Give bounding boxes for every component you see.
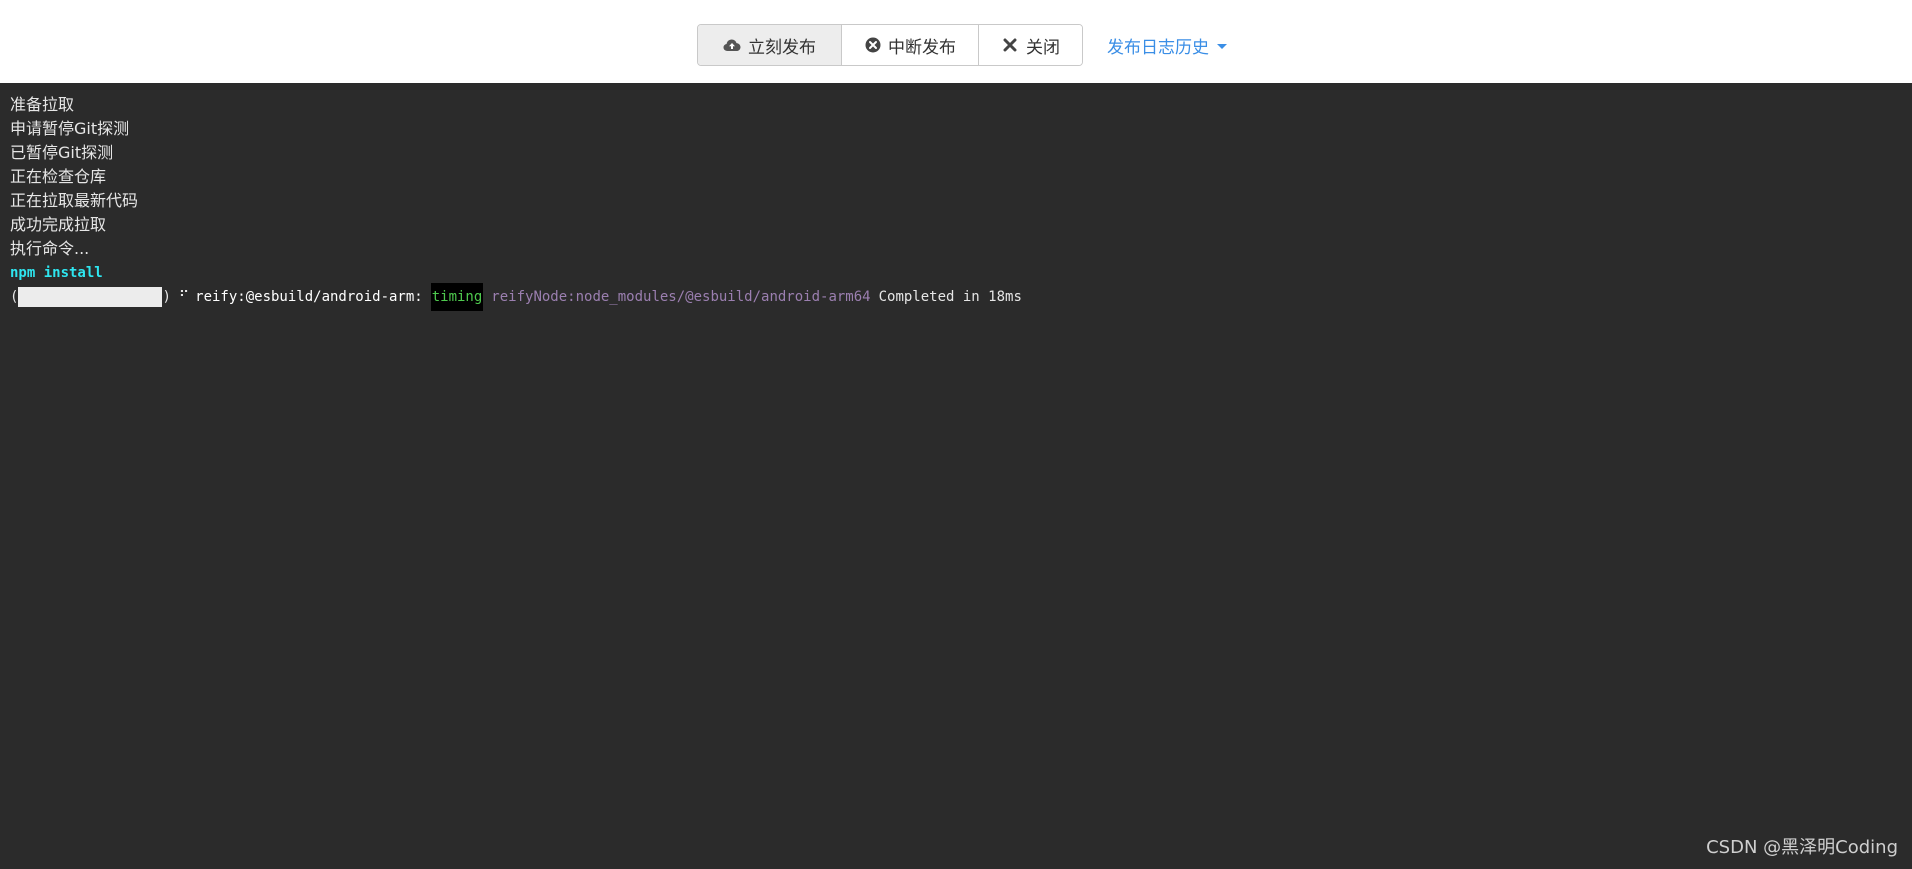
progress-stage: reify:@esbuild/android-arm:: [195, 289, 423, 305]
progress-status: Completed in 18ms: [878, 289, 1022, 305]
close-label: 关闭: [1026, 37, 1060, 58]
publish-now-label: 立刻发布: [748, 37, 816, 58]
console-output[interactable]: 准备拉取 申请暂停Git探测 已暂停Git探测 正在检查仓库 正在拉取最新代码 …: [0, 83, 1912, 869]
console-line: 执行命令...: [10, 239, 90, 258]
console-line: 已暂停Git探测: [10, 143, 114, 162]
action-button-group: 立刻发布 中断发布 关闭: [697, 24, 1083, 66]
circle-x-icon: [864, 36, 881, 54]
spinner-icon: ⠋: [178, 289, 190, 305]
cloud-upload-icon: [723, 36, 741, 54]
publish-now-button[interactable]: 立刻发布: [698, 25, 841, 65]
close-icon: [1001, 36, 1019, 54]
progress-close-paren: ): [162, 289, 171, 305]
watermark: CSDN @黑泽明Coding: [1706, 837, 1898, 858]
console-line: 正在拉取最新代码: [10, 191, 139, 210]
close-button[interactable]: 关闭: [978, 25, 1082, 65]
progress-open-paren: (: [10, 289, 19, 305]
console-line: 申请暂停Git探测: [10, 119, 130, 138]
console-line: 准备拉取: [10, 95, 75, 114]
npm-progress-bar: [18, 287, 163, 307]
console-command: npm install: [10, 265, 103, 281]
toolbar: 立刻发布 中断发布 关闭 发布日志历史: [0, 0, 1912, 83]
caret-down-icon: [1217, 43, 1227, 49]
log-level-badge: timing: [430, 283, 484, 311]
console-line: 正在检查仓库: [10, 167, 107, 186]
publish-log-history-label: 发布日志历史: [1107, 37, 1209, 58]
npm-progress-line: ( ) ⠋ reify:@esbuild/android-arm: timing…: [10, 283, 1902, 311]
abort-publish-label: 中断发布: [888, 37, 956, 58]
publish-log-history-dropdown[interactable]: 发布日志历史: [1107, 24, 1227, 66]
console-line: 成功完成拉取: [10, 215, 107, 234]
npm-progress-fill: [18, 287, 163, 307]
progress-detail: reifyNode:node_modules/@esbuild/android-…: [491, 289, 871, 305]
abort-publish-button[interactable]: 中断发布: [841, 25, 978, 65]
